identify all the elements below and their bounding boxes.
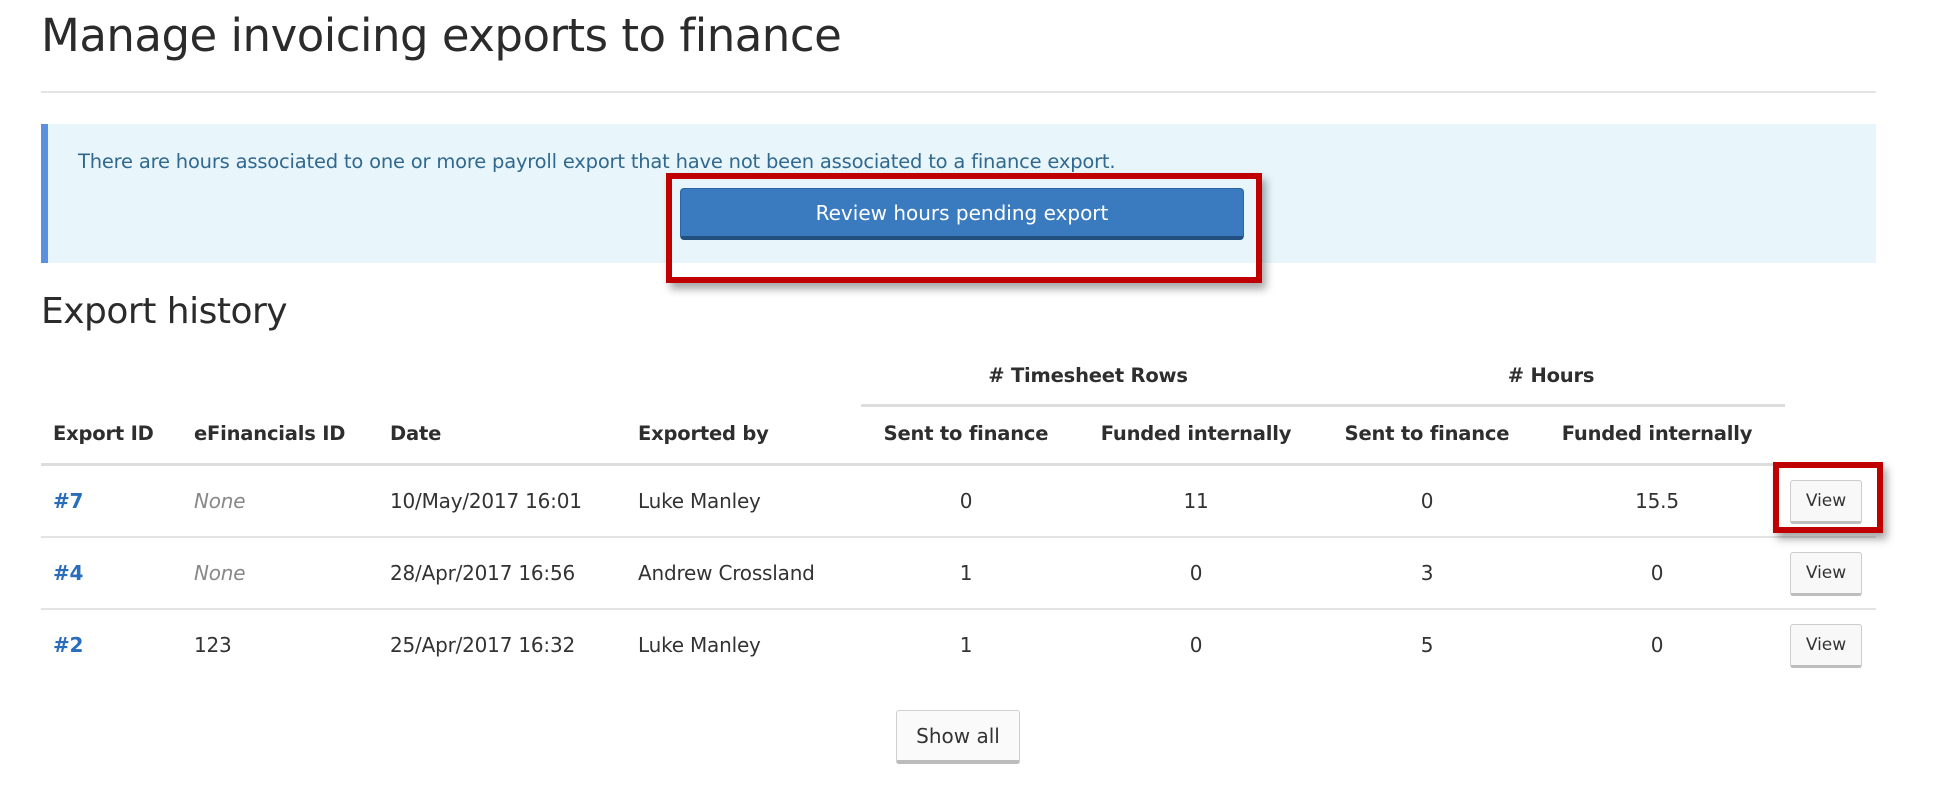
- exported-by: Luke Manley: [638, 633, 761, 657]
- exported-by: Andrew Crossland: [638, 561, 815, 585]
- export-date: 25/Apr/2017 16:32: [390, 633, 576, 657]
- row-divider: [41, 536, 1876, 538]
- export-date: 28/Apr/2017 16:56: [390, 561, 576, 585]
- group-header-divider: [861, 404, 1785, 407]
- rows-sent-to-finance: 0: [959, 489, 973, 513]
- column-header-export-id: Export ID: [53, 422, 154, 445]
- row-divider: [41, 608, 1876, 610]
- export-history-title: Export history: [41, 291, 288, 332]
- rows-funded-internally: 0: [1189, 633, 1203, 657]
- column-header-rows-funded-internally: Funded internally: [1100, 422, 1292, 445]
- export-date: 10/May/2017 16:01: [390, 489, 582, 513]
- column-header-date: Date: [390, 422, 442, 445]
- view-export-button[interactable]: View: [1790, 552, 1862, 596]
- efinancials-id: None: [194, 489, 246, 513]
- export-id-link[interactable]: #2: [53, 633, 83, 657]
- hours-funded-internally: 0: [1650, 561, 1664, 585]
- rows-funded-internally: 0: [1189, 561, 1203, 585]
- group-header-hours: # Hours: [1507, 364, 1595, 387]
- title-divider: [41, 91, 1876, 93]
- hours-sent-to-finance: 5: [1420, 633, 1434, 657]
- rows-sent-to-finance: 1: [959, 633, 973, 657]
- table-header-divider: [41, 463, 1876, 466]
- rows-funded-internally: 11: [1183, 489, 1209, 513]
- page-title: Manage invoicing exports to finance: [41, 9, 842, 62]
- column-header-hours-funded-internally: Funded internally: [1561, 422, 1753, 445]
- efinancials-id: None: [194, 561, 246, 585]
- alert-message: There are hours associated to one or mor…: [78, 150, 1116, 173]
- rows-sent-to-finance: 1: [959, 561, 973, 585]
- hours-sent-to-finance: 0: [1420, 489, 1434, 513]
- exported-by: Luke Manley: [638, 489, 761, 513]
- efinancials-id: 123: [194, 633, 232, 657]
- hours-funded-internally: 15.5: [1635, 489, 1679, 513]
- column-header-exported-by: Exported by: [638, 422, 769, 445]
- column-header-efinancials-id: eFinancials ID: [194, 422, 346, 445]
- hours-sent-to-finance: 3: [1420, 561, 1434, 585]
- export-id-link[interactable]: #7: [53, 489, 83, 513]
- group-header-timesheet-rows: # Timesheet Rows: [988, 364, 1188, 387]
- export-id-link[interactable]: #4: [53, 561, 83, 585]
- review-hours-pending-export-button[interactable]: Review hours pending export: [680, 188, 1244, 240]
- view-export-button[interactable]: View: [1790, 480, 1862, 524]
- column-header-hours-sent-to-finance: Sent to finance: [1344, 422, 1510, 445]
- view-export-button[interactable]: View: [1790, 624, 1862, 668]
- column-header-rows-sent-to-finance: Sent to finance: [883, 422, 1049, 445]
- hours-funded-internally: 0: [1650, 633, 1664, 657]
- show-all-button[interactable]: Show all: [896, 710, 1020, 764]
